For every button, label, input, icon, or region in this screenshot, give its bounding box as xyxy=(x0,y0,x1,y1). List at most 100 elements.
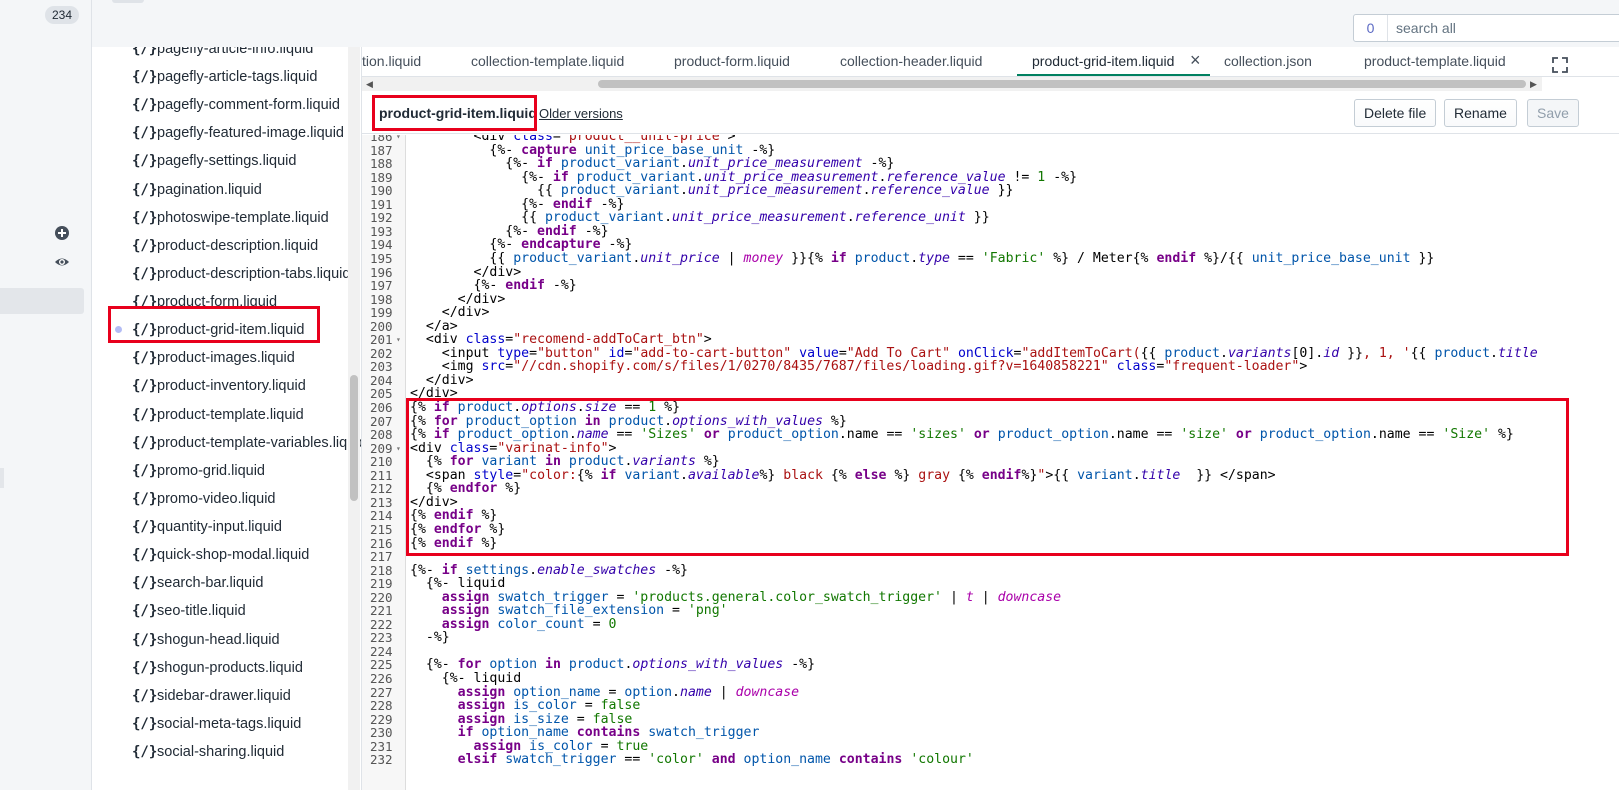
add-circle-icon[interactable] xyxy=(54,225,70,241)
file-list-item[interactable]: {/} social-meta-tags.liquid xyxy=(92,711,348,737)
file-list-item[interactable]: {/} sidebar-drawer.liquid xyxy=(92,683,348,709)
line-number: 195 xyxy=(370,250,393,266)
line-number: 192 xyxy=(370,210,393,226)
file-name-label: social-meta-tags.liquid xyxy=(157,715,302,732)
file-list-item[interactable]: {/} pagefly-featured-image.liquid xyxy=(92,120,348,146)
top-bar: 0 search all xyxy=(92,0,1619,47)
code-line: {{ product_variant.unit_price_measuremen… xyxy=(410,210,990,226)
tab-collection-template[interactable]: collection-template.liquid xyxy=(471,53,624,69)
file-list-item[interactable]: {/} pagination.liquid xyxy=(92,177,348,203)
close-tab-icon[interactable]: × xyxy=(1190,50,1201,71)
tab-collection-liquid[interactable]: tion.liquid xyxy=(362,53,421,69)
liquid-file-icon: {/} xyxy=(132,350,158,367)
rename-button[interactable]: Rename xyxy=(1444,99,1517,127)
search-input[interactable]: search all xyxy=(1388,20,1456,36)
file-list-item[interactable]: {/} shogun-head.liquid xyxy=(92,627,348,653)
tab-product-template[interactable]: product-template.liquid xyxy=(1364,53,1506,69)
file-list-item[interactable]: {/} promo-grid.liquid xyxy=(92,458,348,484)
liquid-file-icon: {/} xyxy=(132,69,158,86)
line-number: 213 xyxy=(370,494,393,510)
fold-arrow-icon[interactable]: ▾ xyxy=(396,442,404,456)
expand-icon[interactable] xyxy=(1552,57,1568,73)
file-list-item[interactable]: {/} quick-shop-modal.liquid xyxy=(92,542,348,568)
line-number: 212 xyxy=(370,481,393,497)
liquid-file-icon: {/} xyxy=(132,519,158,536)
file-list-item[interactable]: {/} seo-title.liquid xyxy=(92,598,348,624)
line-number: 188 xyxy=(370,156,393,172)
line-number: 189 xyxy=(370,169,393,185)
code-line: {% endfor %} xyxy=(410,481,522,497)
file-list-item[interactable]: {/} photoswipe-template.liquid xyxy=(92,205,348,231)
line-number: 215 xyxy=(370,521,393,537)
line-number: 210 xyxy=(370,454,393,470)
file-list-scrollbar-thumb[interactable] xyxy=(350,375,358,501)
file-list-item[interactable]: {/} quantity-input.liquid xyxy=(92,514,348,540)
eye-icon[interactable] xyxy=(54,254,70,270)
file-name-label: promo-video.liquid xyxy=(157,490,276,507)
code-line: <input type="button" id="add-to-cart-but… xyxy=(410,345,1538,361)
file-name-label: seo-title.liquid xyxy=(157,603,246,620)
file-list-item[interactable]: {/} product-form.liquid xyxy=(92,289,348,315)
code-line: </a> xyxy=(410,318,458,334)
tab-product-form[interactable]: product-form.liquid xyxy=(674,53,790,69)
file-list-item[interactable]: {/} social-sharing.liquid xyxy=(92,739,348,765)
file-list-item[interactable]: {/} product-description-tabs.liquid xyxy=(92,261,351,287)
file-name-label: promo-grid.liquid xyxy=(157,462,265,479)
file-list-item[interactable]: {/} search-bar.liquid xyxy=(92,570,348,596)
code-line: {{ product_variant.unit_price_measuremen… xyxy=(410,183,1014,199)
file-name-label: product-description-tabs.liquid xyxy=(157,265,351,282)
tab-collection-json[interactable]: collection.json xyxy=(1224,53,1312,69)
file-name-label: pagefly-article-tags.liquid xyxy=(157,69,318,86)
file-list-item[interactable]: {/} product-template.liquid xyxy=(92,402,348,428)
file-list-item[interactable]: {/} shogun-products.liquid xyxy=(92,655,348,681)
liquid-file-icon: {/} xyxy=(132,575,158,592)
file-name-label: pagefly-featured-image.liquid xyxy=(157,125,344,142)
file-list-item[interactable]: {/} pagefly-article-info.liquid xyxy=(92,47,348,62)
file-list-item[interactable]: {/} pagefly-comment-form.liquid xyxy=(92,92,348,118)
file-list-panel: {/} social-sharing.liquid {/} social-meta-t… xyxy=(92,47,362,790)
code-line: {% for variant in product.variants %} xyxy=(410,454,720,470)
code-line: {% endif %} xyxy=(410,508,498,524)
file-list-item[interactable]: {/} pagefly-settings.liquid xyxy=(92,148,348,174)
line-number: 200 xyxy=(370,318,393,334)
code-line: {%- if product_variant.unit_price_measur… xyxy=(410,169,1078,185)
older-versions-link[interactable]: Older versions xyxy=(539,106,623,121)
file-list-item[interactable]: {/} product-inventory.liquid xyxy=(92,373,348,399)
tabs-scrollbar-thumb[interactable] xyxy=(598,80,1526,88)
tabs-horizontal-scrollbar[interactable]: ◀ ▶ xyxy=(362,77,1542,91)
line-number: 198 xyxy=(370,291,393,307)
fold-arrow-icon[interactable]: ▾ xyxy=(396,333,404,347)
file-list-item[interactable]: {/} pagefly-article-tags.liquid xyxy=(92,64,348,90)
file-list-item[interactable]: {/} promo-video.liquid xyxy=(92,486,348,512)
file-name-label: sidebar-drawer.liquid xyxy=(157,687,291,704)
file-list-item[interactable]: {/} product-description.liquid xyxy=(92,233,348,259)
current-file-name: product-grid-item.liquid xyxy=(379,105,537,121)
file-name-label: social-sharing.liquid xyxy=(157,744,285,760)
save-button[interactable]: Save xyxy=(1527,99,1579,127)
file-list-item[interactable]: {/} product-template-variables.liquid xyxy=(92,430,361,456)
file-name-label: quick-shop-modal.liquid xyxy=(157,547,310,564)
delete-file-button[interactable]: Delete file xyxy=(1354,99,1437,127)
tab-product-grid-item[interactable]: product-grid-item.liquid xyxy=(1032,53,1174,69)
file-name-label: pagefly-settings.liquid xyxy=(157,153,297,170)
liquid-file-icon: {/} xyxy=(132,378,158,395)
file-name-label: search-bar.liquid xyxy=(157,575,264,592)
file-list-item[interactable]: {/} product-grid-item.liquid xyxy=(92,317,348,343)
tab-collection-header[interactable]: collection-header.liquid xyxy=(840,53,982,69)
line-number: 199 xyxy=(370,305,393,321)
line-number: 197 xyxy=(370,278,393,294)
line-number: 194 xyxy=(370,237,393,253)
code-line: if option_name contains swatch_trigger xyxy=(457,725,760,741)
search-all-field[interactable]: 0 search all xyxy=(1353,14,1619,42)
fold-arrow-icon[interactable]: ▾ xyxy=(396,135,404,144)
search-result-count: 0 xyxy=(1354,15,1388,41)
code-area[interactable]: 186 ▾ <div class="product__unit-price"> 18… xyxy=(362,135,1619,790)
line-number: 224 xyxy=(370,643,393,659)
scroll-left-icon[interactable]: ◀ xyxy=(366,79,373,90)
line-number: 202 xyxy=(370,345,393,361)
file-name-label: product-form.liquid xyxy=(157,294,278,311)
scroll-right-icon[interactable]: ▶ xyxy=(1530,79,1537,90)
file-list-item[interactable]: {/} product-images.liquid xyxy=(92,345,348,371)
code-line: {%- endif -%} xyxy=(410,223,609,239)
code-line: {%- for option in product.options_with_v… xyxy=(410,657,816,673)
